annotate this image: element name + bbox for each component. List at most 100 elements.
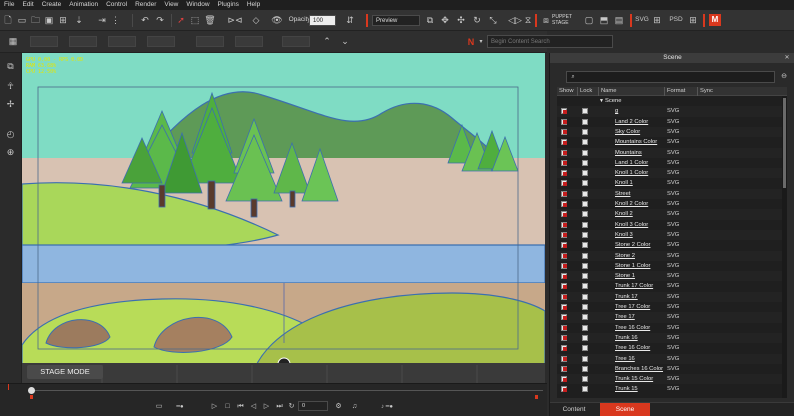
select-tool-icon[interactable]: ⬚	[190, 15, 200, 25]
scene-row[interactable]: Tree 16 Color SVG	[557, 343, 782, 353]
undo-icon[interactable]: ↶	[140, 15, 150, 25]
scene-row[interactable]: Stone 2 Color SVG	[557, 240, 782, 250]
layer-name[interactable]: Knoll 1 Color	[615, 168, 648, 178]
psd-export-icon[interactable]: ⊞	[688, 15, 698, 25]
layer-name[interactable]: Knoll 2	[615, 209, 633, 219]
chevron-down-icon[interactable]: ⌄	[340, 36, 350, 46]
menu-file[interactable]: File	[0, 0, 18, 10]
close-icon[interactable]: ✕	[783, 54, 791, 62]
lock-checkbox[interactable]	[582, 252, 588, 259]
content-dropdown-icon[interactable]: ▾	[478, 38, 484, 46]
select-arrow-icon[interactable]: ➚	[176, 15, 186, 25]
scene-row[interactable]: Knoll 1 SVG	[557, 178, 782, 188]
lock-checkbox[interactable]	[582, 128, 588, 135]
show-checkbox[interactable]	[561, 365, 567, 372]
show-checkbox[interactable]	[561, 273, 567, 280]
layer-name[interactable]: Stone 1	[615, 271, 635, 281]
scene-row[interactable]: Trunk 15 SVG	[557, 384, 782, 394]
layer-name[interactable]: g	[615, 106, 618, 116]
scene-row[interactable]: Tree 17 Color SVG	[557, 302, 782, 312]
lock-checkbox[interactable]	[582, 149, 588, 156]
audio-icon[interactable]: ♫	[350, 402, 359, 411]
lock-checkbox[interactable]	[582, 293, 588, 300]
svg-label[interactable]: SVG	[634, 15, 650, 25]
puppet-icon[interactable]: ⧈	[541, 15, 551, 25]
layer-name[interactable]: Scene	[605, 96, 621, 106]
menu-view[interactable]: View	[160, 0, 182, 10]
lock-checkbox[interactable]	[582, 283, 588, 290]
show-checkbox[interactable]	[561, 170, 567, 177]
rotate-icon[interactable]: ↻	[472, 15, 482, 25]
lock-checkbox[interactable]	[582, 324, 588, 331]
scene-row[interactable]: Knoll 3 SVG	[557, 229, 782, 241]
scene-row[interactable]: Knoll 2 SVG	[557, 209, 782, 220]
new-file-icon[interactable]: 🗋	[3, 15, 13, 25]
show-checkbox[interactable]	[561, 355, 567, 362]
lock-checkbox[interactable]	[582, 201, 588, 207]
scene-row[interactable]: g SVG	[557, 106, 782, 117]
scene-menu-icon[interactable]: ⊖	[779, 71, 789, 81]
show-checkbox[interactable]	[561, 139, 567, 146]
show-checkbox[interactable]	[561, 345, 567, 352]
layer-name[interactable]: Trunk 15 Color	[615, 374, 653, 384]
scale-icon[interactable]: ⤡	[488, 15, 498, 25]
layout-3-icon[interactable]: ▤	[614, 15, 624, 25]
visibility-eye-icon[interactable]: 👁	[270, 15, 284, 25]
layer-name[interactable]: Land 1 Color	[615, 158, 648, 168]
svg-export-icon[interactable]: ⊞	[652, 15, 662, 25]
show-checkbox[interactable]	[561, 149, 567, 156]
timeline-scrubber[interactable]	[28, 387, 35, 394]
layer-name[interactable]: Trunk 17	[615, 292, 638, 302]
show-checkbox[interactable]	[561, 211, 567, 218]
lock-checkbox[interactable]	[582, 190, 588, 197]
volume-slider-icon[interactable]: ♪ ━●	[372, 402, 402, 411]
layer-name[interactable]: Street	[615, 189, 630, 199]
scene-row[interactable]: Stone 1 Color SVG	[557, 261, 782, 271]
show-checkbox[interactable]	[561, 324, 567, 331]
layer-name[interactable]: Tree 16 Color	[615, 343, 650, 353]
layer-name[interactable]: Land 2 Color	[615, 117, 648, 127]
show-checkbox[interactable]	[561, 314, 567, 321]
menu-animation[interactable]: Animation	[65, 0, 102, 10]
stage-mode-button[interactable]: STAGE MODE	[27, 365, 103, 379]
puppet-stage-label[interactable]: PUPPET STAGE	[552, 13, 580, 27]
tab-content[interactable]: Content	[556, 403, 592, 416]
opacity-input[interactable]: 100	[309, 15, 336, 26]
tool-puppet-icon[interactable]: ☥	[5, 81, 16, 92]
menu-window[interactable]: Window	[182, 0, 213, 10]
tool-bone-icon[interactable]: ✢	[5, 99, 16, 110]
scene-row[interactable]: Mountains Color SVG	[557, 137, 782, 147]
brand-m-icon[interactable]: M	[709, 14, 721, 26]
lock-checkbox[interactable]	[582, 355, 588, 362]
layer-name[interactable]: Tree 16	[615, 354, 635, 364]
scene-row[interactable]: Tree 16 SVG	[557, 353, 782, 364]
lock-checkbox[interactable]	[582, 180, 588, 187]
layer-name[interactable]: Mountains Color	[615, 137, 657, 147]
header-show[interactable]: Show	[559, 87, 574, 96]
show-checkbox[interactable]	[561, 201, 567, 207]
menu-render[interactable]: Render	[131, 0, 160, 10]
align-icon[interactable]: ⊳⊲	[227, 15, 242, 25]
lock-checkbox[interactable]	[582, 159, 588, 166]
opacity-apply-icon[interactable]: ⇵	[345, 15, 355, 25]
scene-row[interactable]: Knoll 1 Color SVG	[557, 168, 782, 179]
scene-row[interactable]: Stone 1 SVG	[557, 271, 782, 282]
property-field-3[interactable]	[108, 36, 136, 47]
show-checkbox[interactable]	[561, 304, 567, 310]
layer-name[interactable]: Stone 1 Color	[615, 261, 650, 271]
lock-checkbox[interactable]	[582, 139, 588, 146]
scene-row[interactable]: Land 1 Color SVG	[557, 158, 782, 168]
timeline-settings-icon[interactable]: ▭	[154, 402, 164, 411]
show-checkbox[interactable]	[561, 262, 567, 269]
scene-row[interactable]: Trunk 16 SVG	[557, 332, 782, 344]
move-icon[interactable]: ✣	[456, 15, 466, 25]
scene-row[interactable]: Knoll 3 Color SVG	[557, 220, 782, 230]
show-checkbox[interactable]	[561, 118, 567, 125]
layer-name[interactable]: Branches 16 Color	[615, 364, 663, 374]
timeline-track[interactable]	[28, 390, 543, 391]
lock-checkbox[interactable]	[582, 345, 588, 352]
menu-create[interactable]: Create	[38, 0, 66, 10]
scene-row[interactable]: Trunk 17 SVG	[557, 291, 782, 302]
scene-row[interactable]: Tree 16 Color SVG	[557, 323, 782, 333]
lock-checkbox[interactable]	[582, 314, 588, 321]
